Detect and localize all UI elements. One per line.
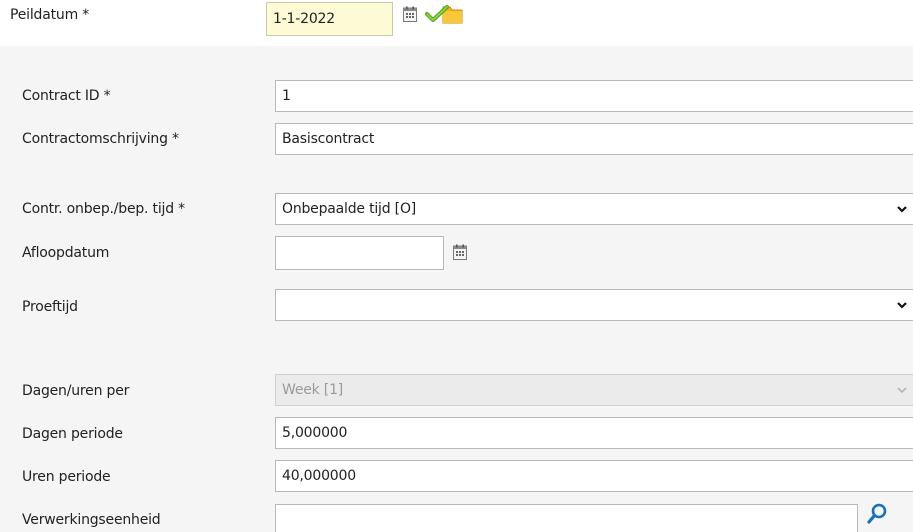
onbep-bep-tijd-label: Contr. onbep./bep. tijd * (22, 201, 185, 217)
dagen-periode-label: Dagen periode (22, 426, 123, 442)
calendar-icon[interactable] (403, 6, 417, 22)
chevron-down-icon[interactable] (896, 299, 908, 311)
dagen-periode-input[interactable]: 5,000000 (275, 417, 913, 449)
dagen-uren-per-label: Dagen/uren per (22, 383, 130, 399)
proeftijd-label: Proeftijd (22, 299, 78, 315)
dagen-uren-per-select: Week [1] (275, 374, 913, 406)
peildatum-label: Peildatum * (10, 7, 90, 23)
folder-check-icon[interactable] (425, 2, 467, 26)
chevron-down-icon (897, 387, 907, 394)
verwerkingseenheid-label: Verwerkingseenheid (22, 512, 161, 528)
uren-periode-label: Uren periode (22, 469, 111, 485)
chevron-down-icon[interactable] (896, 203, 908, 215)
calendar-icon[interactable] (453, 244, 467, 260)
contractomschrijving-input[interactable]: Basiscontract (275, 123, 913, 155)
onbep-bep-tijd-select[interactable]: Onbepaalde tijd [O] (275, 193, 913, 225)
onbep-bep-tijd-value: Onbepaalde tijd [O] (282, 201, 417, 217)
verwerkingseenheid-input[interactable] (275, 504, 858, 532)
proeftijd-select[interactable] (275, 289, 913, 321)
uren-periode-input[interactable]: 40,000000 (275, 460, 913, 492)
search-icon[interactable] (866, 502, 888, 526)
peildatum-input[interactable]: 1-1-2022 (266, 2, 393, 36)
contractomschrijving-label: Contractomschrijving * (22, 131, 179, 147)
contract-id-input[interactable]: 1 (275, 80, 913, 112)
afloopdatum-input[interactable] (275, 236, 444, 270)
dagen-uren-per-value: Week [1] (282, 382, 344, 398)
contract-id-label: Contract ID * (22, 88, 111, 104)
afloopdatum-label: Afloopdatum (22, 245, 110, 261)
